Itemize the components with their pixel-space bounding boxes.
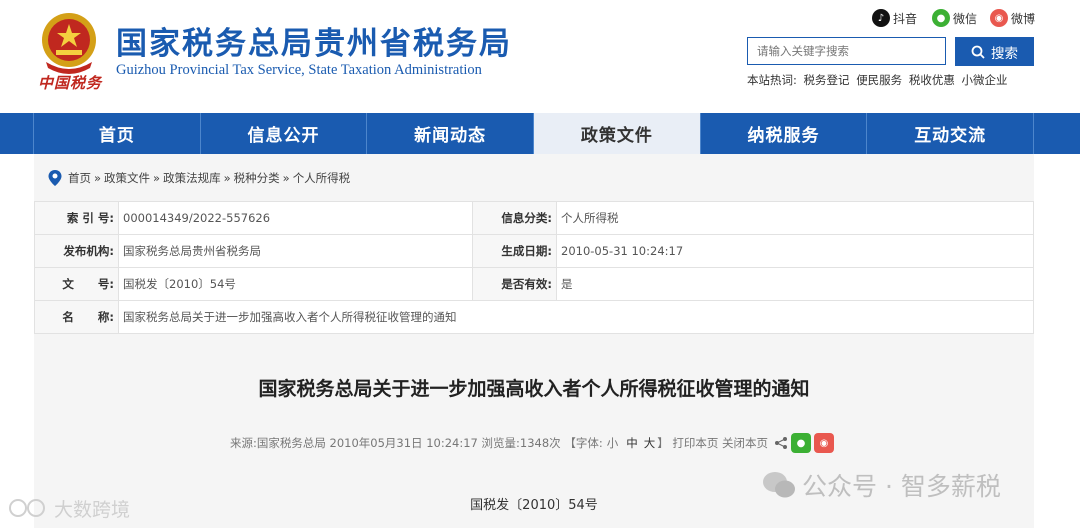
hot-word-link[interactable]: 税务登记 — [804, 73, 850, 87]
brand-watermark-icon — [9, 499, 45, 517]
watermark-left-text: 大数跨境 — [54, 498, 131, 521]
share-wechat-icon[interactable]: ● — [791, 433, 812, 453]
douyin-link[interactable]: ♪ 抖音 — [872, 8, 917, 28]
watermark-left: 大数跨境 — [8, 494, 130, 522]
site-header: 中国税务 国家税务总局贵州省税务局 Guizhou Provincial Tax… — [0, 0, 1080, 113]
table-row: 索 引 号: 000014349/2022-557626 信息分类: 个人所得税 — [34, 201, 1034, 235]
share-icon[interactable] — [774, 436, 788, 450]
hot-word-link[interactable]: 便民服务 — [856, 73, 902, 87]
document-actions[interactable]: 】 打印本页 关闭本页 — [657, 435, 768, 451]
table-row: 名 称: 国家税务总局关于进一步加强高收入者个人所得税征收管理的通知 — [34, 300, 1034, 334]
weibo-label: 微博 — [1011, 11, 1036, 26]
search-input[interactable] — [747, 37, 946, 65]
table-row: 文 号: 国税发〔2010〕54号 是否有效: 是 — [34, 267, 1034, 301]
document-source: 来源:国家税务总局 2010年05月31日 10:24:17 浏览量:1348次… — [230, 436, 603, 450]
category-label: 信息分类: — [472, 201, 557, 235]
nav-item-interaction[interactable]: 互动交流 — [867, 113, 1035, 154]
douyin-label: 抖音 — [893, 11, 918, 26]
font-size-large-button[interactable]: 大 — [644, 435, 656, 451]
wechat-watermark-icon — [763, 472, 795, 498]
hot-word-link[interactable]: 小微企业 — [962, 73, 1008, 87]
search-button-label: 搜索 — [991, 45, 1018, 62]
breadcrumb-separator: » — [94, 171, 102, 185]
search-icon — [971, 45, 985, 59]
nav-item-home[interactable]: 首页 — [34, 113, 201, 154]
site-title[interactable]: 国家税务总局贵州省税务局 — [116, 18, 512, 63]
issuer-value: 国家税务总局贵州省税务局 — [118, 234, 473, 268]
docno-value: 国税发〔2010〕54号 — [118, 267, 473, 301]
valid-label: 是否有效: — [472, 267, 557, 301]
weibo-icon: ◉ — [990, 9, 1008, 27]
index-label: 索 引 号: — [34, 201, 119, 235]
document-info-bar: 来源:国家税务总局 2010年05月31日 10:24:17 浏览量:1348次… — [230, 433, 835, 453]
breadcrumb-separator: » — [223, 171, 231, 185]
hot-words-label: 本站热词: — [747, 73, 797, 87]
issuer-label: 发布机构: — [34, 234, 119, 268]
table-row: 发布机构: 国家税务总局贵州省税务局 生成日期: 2010-05-31 10:2… — [34, 234, 1034, 268]
breadcrumb-item-iit[interactable]: 个人所得税 — [293, 170, 351, 186]
date-label: 生成日期: — [472, 234, 557, 268]
weibo-link[interactable]: ◉ 微博 — [990, 8, 1035, 28]
document-title: 国家税务总局关于进一步加强高收入者个人所得税征收管理的通知 — [258, 378, 810, 400]
nav-item-policy-documents[interactable]: 政策文件 — [534, 113, 701, 154]
category-value: 个人所得税 — [556, 201, 1034, 235]
wechat-label: 微信 — [953, 11, 978, 26]
search-button[interactable]: 搜索 — [955, 37, 1034, 66]
hot-words: 本站热词: 税务登记 便民服务 税收优惠 小微企业 — [747, 72, 1011, 88]
logo-signature: 中国税务 — [38, 74, 103, 92]
docno-label: 文 号: — [34, 267, 119, 301]
breadcrumb: 首页 » 政策文件 » 政策法规库 » 税种分类 » 个人所得税 — [48, 168, 350, 188]
breadcrumb-item-tax-category[interactable]: 税种分类 — [234, 170, 280, 186]
breadcrumb-item-policy[interactable]: 政策文件 — [104, 170, 150, 186]
wechat-link[interactable]: ● 微信 — [932, 8, 977, 28]
document-meta-table: 索 引 号: 000014349/2022-557626 信息分类: 个人所得税… — [34, 201, 1034, 334]
nav-item-news[interactable]: 新闻动态 — [367, 113, 535, 154]
watermark-right: 公众号 · 智多薪税 — [762, 468, 1001, 502]
breadcrumb-separator: » — [282, 171, 290, 185]
wechat-icon: ● — [932, 9, 950, 27]
date-value: 2010-05-31 10:24:17 — [556, 234, 1034, 268]
font-size-medium-button[interactable]: 中 — [626, 435, 638, 451]
site-subtitle: Guizhou Provincial Tax Service, State Ta… — [116, 62, 482, 78]
nav-bar: 首页 信息公开 新闻动态 政策文件 纳税服务 互动交流 — [33, 113, 1035, 154]
font-size-small-button[interactable]: 小 — [607, 435, 619, 451]
valid-value: 是 — [556, 267, 1034, 301]
breadcrumb-item-library[interactable]: 政策法规库 — [163, 170, 221, 186]
name-label: 名 称: — [34, 300, 119, 334]
index-value: 000014349/2022-557626 — [118, 201, 473, 235]
share-weibo-icon[interactable]: ◉ — [814, 433, 835, 453]
name-value: 国家税务总局关于进一步加强高收入者个人所得税征收管理的通知 — [118, 300, 1034, 334]
douyin-icon: ♪ — [872, 9, 890, 27]
hot-word-link[interactable]: 税收优惠 — [909, 73, 955, 87]
location-pin-icon — [48, 170, 62, 186]
breadcrumb-separator: » — [153, 171, 161, 185]
nav-item-taxpayer-services[interactable]: 纳税服务 — [701, 113, 868, 154]
watermark-right-text: 公众号 · 智多薪税 — [802, 472, 1001, 501]
breadcrumb-item-home[interactable]: 首页 — [68, 170, 91, 186]
main-nav: 首页 信息公开 新闻动态 政策文件 纳税服务 互动交流 — [0, 113, 1080, 154]
nav-item-info-disclosure[interactable]: 信息公开 — [201, 113, 368, 154]
